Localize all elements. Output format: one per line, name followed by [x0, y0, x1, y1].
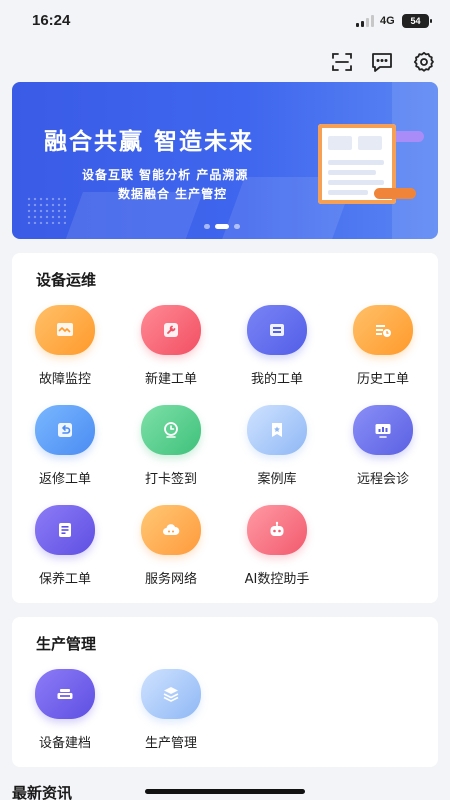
tile-label: 新建工单	[144, 372, 197, 387]
tile-label: 生产管理	[144, 736, 197, 751]
location-check-icon	[141, 405, 201, 455]
tile-label: 保养工单	[38, 572, 91, 587]
tile-label: 历史工单	[356, 372, 409, 387]
banner-subtitle: 设备互联 智能分析 产品溯源	[82, 168, 249, 182]
tile-repair-work-orders[interactable]: 返修工单	[12, 405, 118, 495]
news-section-title: 最新资讯	[12, 784, 73, 800]
history-icon	[353, 305, 413, 355]
status-bar: 16:24 4G 54	[0, 0, 450, 44]
promo-banner[interactable]: 融合共赢 智造未来 设备互联 智能分析 产品溯源 数据融合 生产管控	[12, 82, 438, 239]
settings-icon[interactable]	[412, 50, 436, 74]
carousel-dot	[234, 224, 240, 229]
tile-remote-consultation[interactable]: 远程会诊	[330, 405, 436, 495]
wrench-doc-icon	[141, 305, 201, 355]
section-title: 生产管理	[36, 635, 97, 653]
maintenance-doc-icon	[35, 505, 95, 555]
tile-new-work-order[interactable]: 新建工单	[118, 305, 224, 395]
tile-label: 设备建档	[38, 736, 91, 751]
banner-title: 融合共赢 智造未来	[44, 129, 255, 155]
equipment-section: 设备运维 故障监控 新建工单 我的工单 历史工单 返修工单 打卡签到 案例库 远…	[12, 253, 438, 603]
banner-decoration	[26, 196, 66, 224]
device-icon	[35, 669, 95, 719]
tile-maintenance-work-orders[interactable]: 保养工单	[12, 505, 118, 595]
remote-monitor-icon	[353, 405, 413, 455]
monitor-icon	[35, 305, 95, 355]
return-icon	[35, 405, 95, 455]
tile-service-network[interactable]: 服务网络	[118, 505, 224, 595]
tile-history-work-orders[interactable]: 历史工单	[330, 305, 436, 395]
tile-label: AI数控助手	[244, 572, 310, 587]
section-title: 设备运维	[36, 271, 97, 289]
carousel-dot-active	[215, 224, 229, 229]
cloud-icon	[141, 505, 201, 555]
tile-label: 打卡签到	[144, 472, 197, 487]
tile-label: 服务网络	[144, 572, 197, 587]
tile-label: 故障监控	[38, 372, 91, 387]
tile-device-archiving[interactable]: 设备建档	[12, 669, 118, 759]
tile-label: 返修工单	[38, 472, 91, 487]
production-section: 生产管理 设备建档 生产管理	[12, 617, 438, 767]
scan-icon[interactable]	[330, 50, 354, 74]
network-type: 4G	[380, 15, 395, 27]
signal-icon	[356, 15, 374, 27]
robot-icon	[247, 505, 307, 555]
status-time: 16:24	[32, 12, 71, 29]
home-indicator[interactable]	[145, 789, 305, 794]
tile-label: 我的工单	[250, 372, 303, 387]
tile-my-work-orders[interactable]: 我的工单	[224, 305, 330, 395]
tile-fault-monitoring[interactable]: 故障监控	[12, 305, 118, 395]
banner-subtitle: 数据融合 生产管控	[118, 187, 228, 201]
work-order-icon	[247, 305, 307, 355]
battery-icon: 54	[402, 14, 432, 28]
carousel-indicator	[204, 224, 240, 229]
tile-label: 案例库	[257, 472, 297, 487]
banner-decoration	[374, 188, 416, 199]
bookmark-icon	[247, 405, 307, 455]
carousel-dot	[204, 224, 210, 229]
tile-label: 远程会诊	[356, 472, 409, 487]
tile-production-management[interactable]: 生产管理	[118, 669, 224, 759]
tile-case-library[interactable]: 案例库	[224, 405, 330, 495]
layers-icon	[141, 669, 201, 719]
message-icon[interactable]	[370, 50, 394, 74]
tile-check-in[interactable]: 打卡签到	[118, 405, 224, 495]
tile-ai-cnc-assistant[interactable]: AI数控助手	[224, 505, 330, 595]
